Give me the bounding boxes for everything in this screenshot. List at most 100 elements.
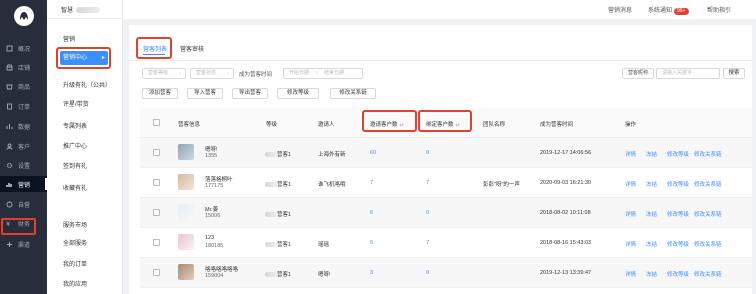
row-invite-count[interactable]: 6 bbox=[370, 210, 373, 216]
avatar bbox=[178, 264, 194, 280]
subnav-item[interactable]: 签到有礼 bbox=[63, 163, 121, 171]
col-time: 成为营客时间 bbox=[540, 122, 574, 128]
status-select[interactable]: 营客状态 ⌄ bbox=[190, 68, 234, 79]
search-button[interactable]: 搜索 bbox=[723, 68, 745, 79]
chevron-down-icon: ⌄ bbox=[645, 70, 650, 76]
brand-name: 智慧 bbox=[61, 5, 101, 14]
subnav-service-item[interactable]: 全部服务 bbox=[63, 240, 121, 248]
row-level: 营客1 bbox=[265, 240, 291, 248]
row-checkbox[interactable] bbox=[153, 179, 160, 186]
row-name: 123 bbox=[205, 235, 215, 241]
col-actions: 操作 bbox=[625, 122, 637, 128]
row-action-0[interactable]: 详情 bbox=[625, 150, 636, 158]
level-select[interactable]: 营客等级 ⌄ bbox=[142, 68, 186, 79]
subnav-item[interactable]: 升级有礼（公共） bbox=[63, 82, 121, 90]
subnav-service-item[interactable]: 我的订单 bbox=[63, 261, 121, 269]
row-action-2[interactable]: 修改等级 bbox=[667, 150, 689, 158]
row-checkbox[interactable] bbox=[153, 239, 160, 246]
tab-marketer-review[interactable]: 营客审核 bbox=[180, 44, 204, 53]
row-action-3[interactable]: 修改关系链 bbox=[694, 240, 722, 248]
date-range-input[interactable]: 开始日期 ~ 结束日期 bbox=[283, 68, 363, 79]
row-level-label: 营客1 bbox=[277, 212, 292, 218]
top-link-messages[interactable]: 营销消息 bbox=[608, 5, 632, 14]
date-label: 成为营客时间 bbox=[239, 72, 273, 78]
sidebar-item-label: 自营 bbox=[18, 202, 31, 209]
row-level: 营客1 bbox=[265, 210, 291, 218]
row-bind-count[interactable]: 0 bbox=[426, 150, 429, 156]
row-action-3[interactable]: 修改关系链 bbox=[694, 270, 722, 278]
row-invite-count[interactable]: 60 bbox=[370, 150, 376, 156]
row-invite-count[interactable]: 7 bbox=[370, 180, 373, 186]
tab-highlight-box bbox=[136, 37, 172, 59]
row-action-1[interactable]: 冻结 bbox=[646, 240, 657, 248]
row-action-2[interactable]: 修改等级 bbox=[667, 240, 689, 248]
sidebar-item-goods[interactable]: 商品 bbox=[0, 78, 47, 94]
action-button[interactable]: 导出营客 bbox=[232, 88, 268, 99]
row-phone: 1355 bbox=[205, 153, 218, 159]
field-select[interactable]: 营客昵称 ⌄ bbox=[622, 68, 654, 79]
sidebar-item-shop[interactable]: 店铺 bbox=[0, 59, 47, 75]
row-inviter: 上海外有新 bbox=[318, 152, 346, 158]
logo[interactable] bbox=[14, 6, 34, 26]
avatar bbox=[178, 144, 194, 160]
sidebar-item-gear[interactable]: 设置 bbox=[0, 157, 47, 173]
row-action-1[interactable]: 冻结 bbox=[646, 270, 657, 278]
row-name: 咯咯咯咯咯咯 bbox=[205, 267, 239, 273]
logo-icon bbox=[20, 12, 28, 20]
row-checkbox[interactable] bbox=[153, 209, 160, 216]
row-action-3[interactable]: 修改关系链 bbox=[694, 210, 722, 218]
row-invite-count[interactable]: 3 bbox=[370, 270, 373, 276]
subnav-item[interactable]: 评星/带货 bbox=[63, 101, 121, 109]
row-action-0[interactable]: 详情 bbox=[625, 210, 636, 218]
row-action-2[interactable]: 修改等级 bbox=[667, 270, 689, 278]
row-time: 2019-12-17 14:06:56 bbox=[540, 150, 592, 156]
subnav-item[interactable]: 收藏有礼 bbox=[63, 185, 121, 193]
sidebar-item-data[interactable]: 数据 bbox=[0, 118, 47, 134]
table-row bbox=[140, 258, 752, 288]
row-bind-count[interactable]: 7 bbox=[426, 240, 429, 246]
row-action-1[interactable]: 冻结 bbox=[646, 150, 657, 158]
row-bind-count[interactable]: 0 bbox=[426, 210, 429, 216]
sidebar-item-channel[interactable]: 渠道 bbox=[0, 236, 47, 252]
sidebar-item-label: 订单 bbox=[18, 104, 31, 111]
keyword-input[interactable]: 请输入关键字 bbox=[656, 68, 720, 79]
row-action-2[interactable]: 修改等级 bbox=[667, 180, 689, 188]
row-checkbox[interactable] bbox=[153, 269, 160, 276]
action-button[interactable]: 修改关系链 bbox=[330, 88, 376, 99]
action-button[interactable]: 修改等级 bbox=[277, 88, 319, 99]
row-action-0[interactable]: 详情 bbox=[625, 270, 636, 278]
row-action-2[interactable]: 修改等级 bbox=[667, 210, 689, 218]
col-level: 等级 bbox=[266, 122, 278, 128]
column-highlight-box bbox=[362, 110, 417, 132]
subnav-item[interactable]: 专属列表 bbox=[63, 123, 121, 131]
sidebar-item-marketing[interactable]: 营销 bbox=[0, 176, 47, 192]
sidebar-item-label: 店铺 bbox=[18, 65, 31, 72]
row-action-3[interactable]: 修改关系链 bbox=[694, 150, 722, 158]
row-action-0[interactable]: 详情 bbox=[625, 180, 636, 188]
row-level: 营客1 bbox=[265, 150, 291, 158]
row-name: 嗯呀! bbox=[205, 147, 218, 153]
sidebar-item-self[interactable]: 自营 bbox=[0, 196, 47, 212]
sidebar-item-home[interactable]: 概况 bbox=[0, 40, 47, 56]
row-bind-count[interactable]: 7 bbox=[426, 180, 429, 186]
subnav-item[interactable]: 推广中心 bbox=[63, 143, 121, 151]
sidebar-item-order[interactable]: 订单 bbox=[0, 98, 47, 114]
row-action-1[interactable]: 冻结 bbox=[646, 210, 657, 218]
table-row bbox=[140, 138, 752, 168]
row-action-1[interactable]: 冻结 bbox=[646, 180, 657, 188]
row-action-0[interactable]: 详情 bbox=[625, 240, 636, 248]
top-link-notice[interactable]: 系统通知 99+ bbox=[648, 5, 689, 15]
row-invite-count[interactable]: 5 bbox=[370, 240, 373, 246]
row-checkbox[interactable] bbox=[153, 149, 160, 156]
row-action-3[interactable]: 修改关系链 bbox=[694, 180, 722, 188]
row-level: 营客1 bbox=[265, 270, 291, 278]
sidebar-item-user[interactable]: 客户 bbox=[0, 138, 47, 154]
row-bind-count[interactable]: 0 bbox=[426, 270, 429, 276]
action-button[interactable]: 导入营客 bbox=[187, 88, 223, 99]
channel-icon bbox=[6, 241, 13, 248]
top-link-help[interactable]: 帮助指引 bbox=[707, 5, 731, 14]
action-button[interactable]: 添加营客 bbox=[142, 88, 178, 99]
subnav-service-item[interactable]: 我的应用 bbox=[63, 281, 121, 289]
row-inviter: 谁飞机咯哦 bbox=[318, 182, 346, 188]
select-all-checkbox[interactable] bbox=[153, 119, 160, 126]
